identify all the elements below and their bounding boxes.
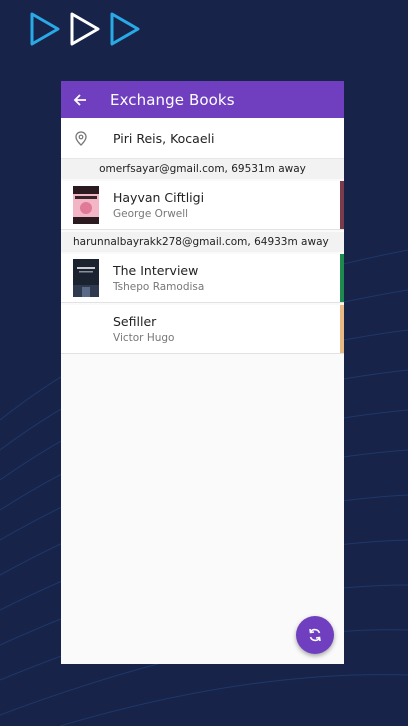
book-accent-bar	[340, 305, 344, 353]
page-title: Exchange Books	[110, 90, 235, 109]
arrow-left-icon	[73, 93, 86, 106]
book-title: Sefiller	[113, 314, 157, 329]
location-text: Piri Reis, Kocaeli	[113, 130, 215, 146]
owner-header: harunnalbayrakk278@gmail.com, 64933m awa…	[61, 232, 344, 252]
refresh-button[interactable]	[296, 616, 334, 654]
book-accent-bar	[340, 181, 344, 229]
book-cover-placeholder	[73, 310, 99, 348]
book-title: Hayvan Ciftligi	[113, 190, 205, 205]
book-title: The Interview	[113, 263, 199, 278]
book-cover	[73, 259, 99, 297]
location-pin-icon	[61, 130, 101, 146]
app-screen: Exchange Books Piri Reis, Kocaeli omerfs…	[61, 81, 344, 664]
book-author: Victor Hugo	[113, 332, 175, 344]
owner-header: omerfsayar@gmail.com, 69531m away	[61, 159, 344, 179]
book-author: George Orwell	[113, 208, 189, 220]
book-item[interactable]: Sefiller Victor Hugo	[61, 305, 344, 354]
back-button[interactable]	[61, 81, 98, 118]
location-row[interactable]: Piri Reis, Kocaeli	[61, 118, 344, 159]
book-author: Tshepo Ramodisa	[113, 281, 205, 293]
book-accent-bar	[340, 254, 344, 302]
refresh-icon	[309, 628, 321, 642]
app-bar: Exchange Books	[61, 81, 344, 118]
book-item[interactable]: The Interview Tshepo Ramodisa	[61, 254, 344, 303]
book-cover	[73, 186, 99, 224]
play-triangles-logo	[30, 12, 140, 46]
book-item[interactable]: Hayvan Ciftligi George Orwell	[61, 181, 344, 230]
